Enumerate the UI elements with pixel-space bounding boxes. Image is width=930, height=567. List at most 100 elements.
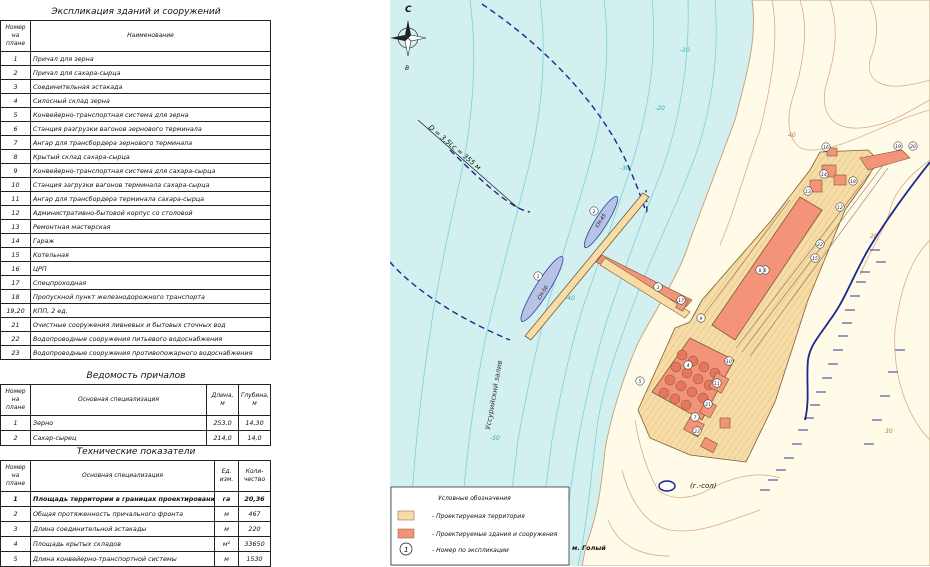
row-name: КПП, 2 ед. (30, 303, 271, 318)
row-num: 21 (0, 317, 31, 332)
row-name: Ангар для трансбордера терминала сахара-… (30, 191, 271, 206)
indicators-table: Номер на плане Основная специализация Ед… (0, 460, 271, 567)
berth-spec: Зерно (30, 415, 207, 431)
indicator-num: 5 (0, 551, 31, 567)
berth-num: 1 (0, 415, 31, 431)
indicator-spec: Длина конвейерно-транспортной системы (30, 551, 215, 567)
berths-title: Ведомость причалов (86, 371, 186, 381)
row-num: 16 (0, 261, 31, 276)
plan-marker-number: 18 (850, 179, 856, 185)
row-num: 22 (0, 331, 31, 346)
plan-marker-number: 11 (714, 381, 720, 387)
indicator-unit: га (214, 491, 239, 507)
row-name: Конвейерно-транспортная система для зерн… (30, 107, 271, 122)
berths-table: Номер на плане Основная специализация Дл… (0, 384, 271, 446)
plan-marker-number: 5 (639, 379, 642, 385)
plan-marker-number: 7 (694, 415, 697, 421)
lake-label: (г.-сол) (690, 482, 717, 490)
row-num: 12 (0, 205, 31, 220)
indicators-title: Технические показатели (76, 447, 196, 457)
plan-marker-number: 22 (817, 242, 823, 248)
explication-row: 4 Силосный склад зерна (0, 93, 271, 108)
berths-header-spec: Основная специализация (30, 384, 207, 416)
row-name: Соединительная эстакада (30, 79, 271, 94)
indicator-row: 2 Общая протяженность причального фронта м… (0, 506, 271, 522)
berth-spec: Сахар-сырец (30, 430, 207, 446)
row-name: Ангар для трансбордера зернового термина… (30, 135, 271, 150)
indicator-row: 5 Длина конвейерно-транспортной системы м 1… (0, 551, 271, 567)
explication-row: 5 Конвейерно-транспортная система для зер… (0, 107, 271, 122)
explication-row: 12 Административно-бытовой корпус со стол… (0, 205, 271, 220)
row-name: Силосный склад зерна (30, 93, 271, 108)
plan-marker-number: 2 (593, 209, 596, 215)
indicator-spec: Площадь территории в границах проектиров… (30, 491, 215, 507)
indicator-unit: м (214, 506, 239, 522)
berths-header-depth: Глубина, м (238, 384, 271, 416)
row-name: Крытый склад сахара-сырца (30, 149, 271, 164)
indicator-qty: 33650 (238, 536, 271, 552)
indicator-spec: Общая протяженность причального фронта (30, 506, 215, 522)
indicators-header-spec: Основная специализация (30, 460, 215, 492)
explication-row: 10 Станция загрузки вагонов терминала сах… (0, 177, 271, 192)
explication-row: 7 Ангар для трансбордера зернового термин… (0, 135, 271, 150)
explication-row: 22 Водопроводные сооружения питьевого вод… (0, 331, 271, 346)
row-name: ЦРП (30, 261, 271, 276)
explication-row: 23 Водопроводные сооружения противопожарн… (0, 345, 271, 360)
legend-title: Условные обозначения (438, 495, 511, 502)
plan-marker-number: 17 (678, 298, 684, 304)
col-header-name: Наименование (30, 20, 271, 52)
indicator-row: 3 Длина соединительной эстакады м 220 (0, 521, 271, 537)
indicator-spec: Площадь крытых складов (30, 536, 215, 552)
row-name: Станция загрузки вагонов терминала сахар… (30, 177, 271, 192)
site-plan-map: -10 -20 -30 -40 -50 40 20 30 D = 3,5Lс =… (390, 0, 930, 566)
indicator-row: 1 Площадь территории в границах проектиро… (0, 491, 271, 507)
contour-label-5: -50 (490, 435, 500, 442)
row-num: 11 (0, 191, 31, 206)
indicator-num: 1 (0, 491, 31, 507)
explication-row: 18 Пропускной пункт железнодорожного тран… (0, 289, 271, 304)
col-header-num: Номер на плане (0, 20, 31, 52)
legend: Условные обозначения - Проектируемая тер… (390, 486, 570, 566)
explication-row: 3 Соединительная эстакада (0, 79, 271, 94)
plan-marker-number: 3 (657, 285, 660, 291)
explication-row: 14 Гараж (0, 233, 271, 248)
indicator-qty: 20,36 (238, 491, 271, 507)
indicator-unit: м (214, 551, 239, 567)
explication-row: 6 Станция разгрузки вагонов зернового тер… (0, 121, 271, 136)
row-name: Конвейерно-транспортная система для саха… (30, 163, 271, 178)
indicators-header-unit: Ед. изм. (214, 460, 239, 492)
row-name: Причал для зерна (30, 51, 271, 66)
indicator-qty: 467 (238, 506, 271, 522)
row-num: 14 (0, 233, 31, 248)
indicator-row: 4 Площадь крытых складов м² 33650 (0, 536, 271, 552)
salt-lake (658, 480, 676, 492)
plan-marker-number: 9 (700, 316, 703, 322)
compass-north: С (405, 5, 412, 15)
indicator-qty: 1530 (238, 551, 271, 567)
row-num: 8 (0, 149, 31, 164)
contour-label-2: -20 (655, 105, 665, 112)
berth-row: 2 Сахар-сырец 214,0 14,0 (0, 430, 271, 446)
plan-marker-number: 10 (726, 359, 732, 365)
row-name: Ремонтная мастерская (30, 219, 271, 234)
legend-item-territory: - Проектируемая территория (432, 513, 525, 520)
row-num: 3 (0, 79, 31, 94)
explication-row: 21 Очистные сооружения ливневых и бытовых… (0, 317, 271, 332)
explication-row: 17 Спецпроходная (0, 275, 271, 290)
row-num: 6 (0, 121, 31, 136)
explication-row: 1 Причал для зерна (0, 51, 271, 66)
plan-marker-number: 12 (837, 205, 843, 211)
indicators-header-num: Номер на плане (0, 460, 31, 492)
berth-depth: 14,0 (238, 430, 271, 446)
explication-row: 8 Крытый склад сахара-сырца (0, 149, 271, 164)
row-num: 7 (0, 135, 31, 150)
tables-panel: Экспликация зданий и сооружений Номер на… (0, 0, 272, 567)
legend-symbol-number: 1 (404, 546, 408, 554)
row-name: Водопроводные сооружения противопожарног… (30, 345, 271, 360)
explication-row: 19,20 КПП, 2 ед. (0, 303, 271, 318)
legend-swatch-buildings (397, 528, 415, 539)
row-num: 1 (0, 51, 31, 66)
indicator-unit: м (214, 521, 239, 537)
row-num: 19,20 (0, 303, 31, 318)
berths-header-num: Номер на плане (0, 384, 31, 416)
